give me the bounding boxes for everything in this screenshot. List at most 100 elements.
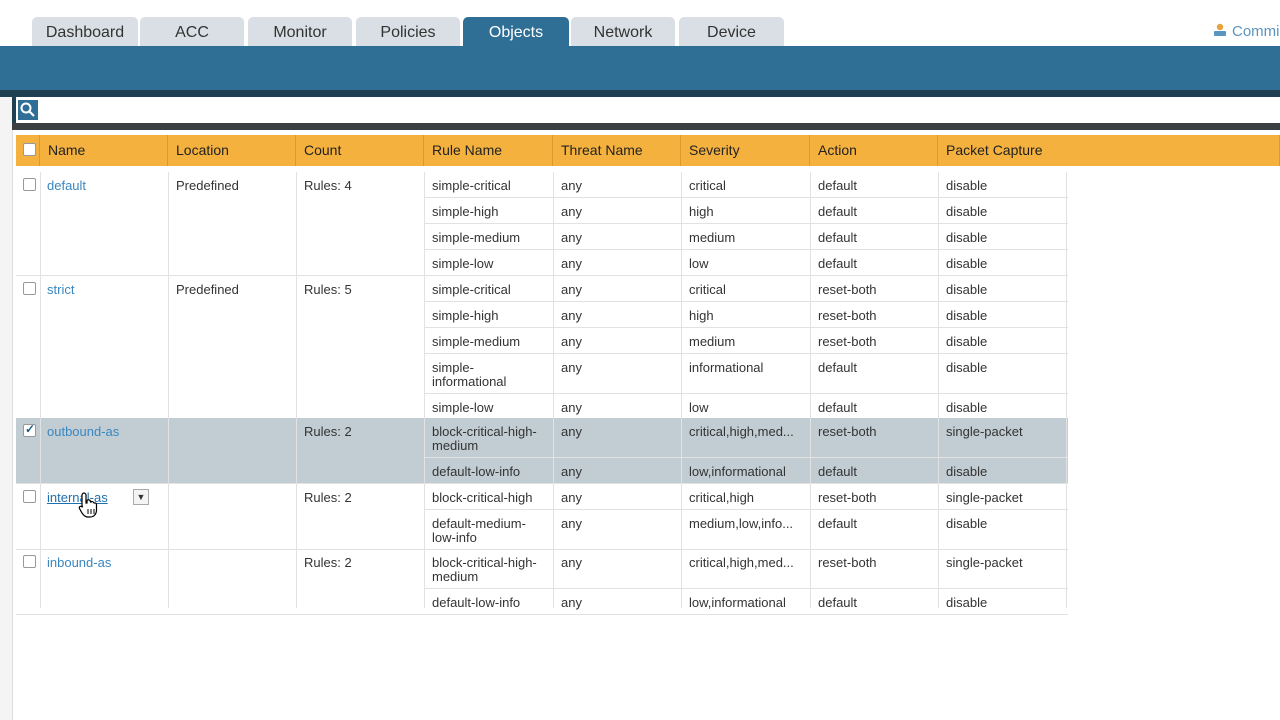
packet-capture-cell: disable [946,516,988,531]
threat-name-cell: any [561,334,582,349]
search-icon[interactable] [18,100,38,120]
action-cell: reset-both [818,282,877,297]
action-cell: default [818,360,858,375]
threat-name-cell: any [561,490,582,505]
row-checkbox[interactable] [23,422,36,437]
threat-name-cell: any [561,230,582,245]
profile-name-link[interactable]: strict [47,283,74,297]
profile-rule-count: Rules: 2 [304,424,352,439]
action-cell: default [818,595,858,610]
profile-name-link[interactable]: default [47,179,86,193]
search-bar[interactable] [12,97,1280,123]
column-header-action[interactable]: Action [810,135,938,166]
profile-name-link[interactable]: outbound-as [47,425,119,439]
threat-name-cell: any [561,464,582,479]
rule-name-cell: simple-high [432,308,499,323]
rule-name-cell: simple-medium [432,230,521,245]
threat-name-cell: any [561,400,582,415]
tab-network[interactable]: Network [571,17,675,46]
action-cell: reset-both [818,424,877,439]
column-divider [168,172,169,608]
severity-cell: informational [689,360,764,375]
packet-capture-cell: disable [946,334,988,349]
packet-capture-cell: disable [946,204,988,219]
action-cell: default [818,230,858,245]
left-panel-edge [0,97,13,720]
column-header-location[interactable]: Location [168,135,296,166]
packet-capture-cell: disable [946,282,988,297]
column-header-severity[interactable]: Severity [681,135,810,166]
column-divider [40,172,41,608]
severity-cell: critical,high [689,490,755,505]
severity-cell: low [689,256,709,271]
action-cell: reset-both [818,308,877,323]
column-header-count[interactable]: Count [296,135,424,166]
row-divider [424,588,1068,589]
row-checkbox[interactable] [23,178,36,191]
severity-cell: critical [689,178,726,193]
tab-dashboard[interactable]: Dashboard [32,17,138,46]
threat-name-cell: any [561,555,582,570]
tab-policies[interactable]: Policies [356,17,460,46]
packet-capture-cell: disable [946,464,988,479]
rule-name-cell: simple-high [432,204,499,219]
severity-cell: low [689,400,709,415]
row-menu-dropdown-button[interactable]: ▼ [133,489,149,505]
tab-monitor[interactable]: Monitor [248,17,352,46]
severity-cell: high [689,204,714,219]
severity-cell: critical,high,med... [689,555,794,570]
row-divider [424,197,1068,198]
hand-cursor-icon [78,492,98,518]
action-cell: reset-both [818,555,877,570]
row-divider [424,509,1068,510]
column-divider [1066,172,1067,608]
rule-name-cell: simple-critical [432,178,511,193]
row-checkbox[interactable] [23,282,36,295]
action-cell: default [818,516,858,531]
row-divider [424,353,1068,354]
packet-capture-cell: single-packet [946,555,1023,570]
rule-name-cell: default-low-info [432,595,521,610]
packet-capture-cell: disable [946,178,988,193]
column-header-name[interactable]: Name [40,135,168,166]
sub-nav-bar [0,46,1280,90]
action-cell: default [818,400,858,415]
commit-button[interactable]: Commi [1212,22,1280,40]
row-divider [424,223,1068,224]
column-divider [938,172,939,608]
column-header-threat-name[interactable]: Threat Name [553,135,681,166]
column-header-packet-capture[interactable]: Packet Capture [938,135,1280,166]
row-divider [424,327,1068,328]
severity-cell: critical,high,med... [689,424,794,439]
packet-capture-cell: disable [946,360,988,375]
group-divider [16,614,1068,615]
tab-device[interactable]: Device [679,17,784,46]
group-divider [16,549,1068,550]
threat-name-cell: any [561,282,582,297]
action-cell: default [818,256,858,271]
row-checkbox[interactable] [23,490,36,503]
severity-cell: high [689,308,714,323]
tab-acc[interactable]: ACC [140,17,244,46]
severity-cell: low,informational [689,464,786,479]
rule-name-cell: simple-critical [432,282,511,297]
divider [12,123,1280,130]
row-divider [424,457,1068,458]
column-header-rule-name[interactable]: Rule Name [424,135,553,166]
severity-cell: medium,low,info... [689,516,794,531]
profile-rule-count: Rules: 5 [304,282,352,297]
rule-name-cell: simple-low [432,256,494,271]
packet-capture-cell: single-packet [946,490,1023,505]
commit-label: Commi [1232,23,1280,40]
action-cell: reset-both [818,490,877,505]
rule-name-cell: block-critical-high- medium [432,424,537,453]
profile-name-link[interactable]: inbound-as [47,556,111,570]
tab-objects[interactable]: Objects [463,17,569,46]
column-divider [296,172,297,608]
column-divider [424,172,425,608]
threat-name-cell: any [561,516,582,531]
column-divider [553,172,554,608]
packet-capture-cell: disable [946,230,988,245]
row-checkbox[interactable] [23,555,36,568]
rule-name-cell: default-low-info [432,464,521,479]
